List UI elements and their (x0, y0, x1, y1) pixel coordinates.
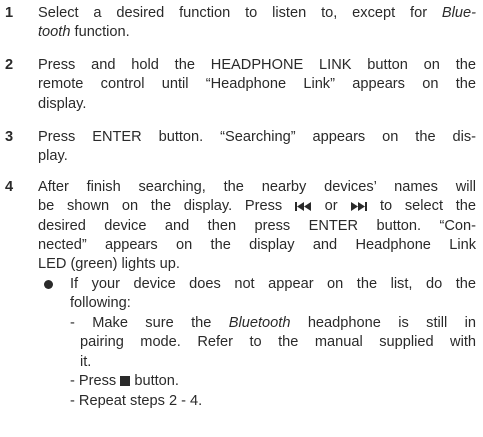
sub-item-1: - Make sure the Bluetooth headphone is s… (70, 315, 476, 370)
skip-previous-icon (294, 201, 311, 211)
skip-next-icon (351, 201, 368, 211)
step-text: After finish searching, the nearby devic… (38, 179, 477, 273)
step-number: 1 (5, 5, 14, 21)
bullet-text: If your device does not appear on the li… (70, 276, 476, 312)
step-text: Press and hold the HEADPHONE LINK button… (38, 57, 476, 112)
step-number: 3 (5, 129, 14, 145)
instruction-page: 1 Select a desired function to listen to… (0, 0, 483, 437)
sub-item-2: - Press button. (70, 373, 179, 389)
step-text: Press ENTER button. “Searching” appears … (38, 129, 476, 165)
sub-item-3: - Repeat steps 2 - 4. (70, 393, 203, 409)
step-text: Select a desired function to listen to, … (38, 5, 476, 41)
step-number: 2 (5, 57, 14, 73)
stop-icon (120, 376, 131, 387)
step-number: 4 (5, 179, 14, 195)
bullet-dot-icon (44, 280, 53, 289)
